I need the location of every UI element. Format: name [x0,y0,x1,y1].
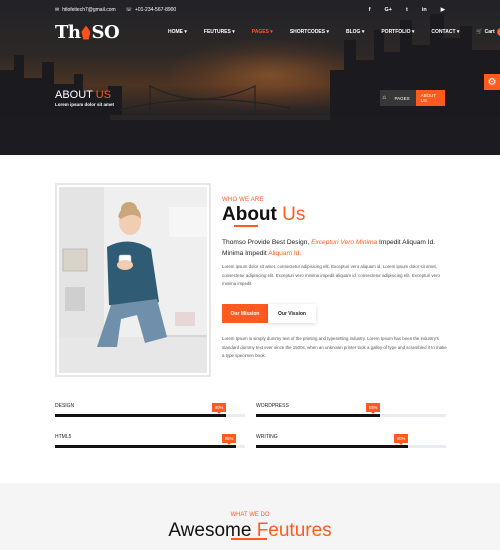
tab-our-mission[interactable]: Our Mission [222,304,268,323]
page-title-accent: US [95,89,112,101]
phone-icon: ☏ [125,7,132,13]
about-tabs: Our Mission Our Vission [222,304,316,323]
skill-label: WRITING [256,434,278,440]
page-hero: ✉ htlofeitech7@gmail.com ☏ +01-234-567-8… [0,0,500,155]
skill-track [55,445,245,448]
skill-wordpress: WORDPRESS 65% [256,403,446,417]
about-heading-accent: Us [282,204,306,225]
site-logo[interactable]: Th SO [55,22,120,43]
twitter-icon[interactable]: t [406,7,408,13]
envelope-icon: ✉ [55,7,60,13]
page-subtitle: Lorem ipsum dolor sit amet [55,102,115,107]
cart-icon: 🛒 [476,29,483,35]
top-bar: ✉ htlofeitech7@gmail.com ☏ +01-234-567-8… [55,5,445,15]
features-eyebrow: WHAT WE DO [230,512,270,518]
home-icon[interactable]: ⌂ [380,95,388,101]
nav-feutures[interactable]: FEUTURES ▾ [204,29,235,35]
page-title-main: ABOUT [55,89,96,101]
tab-our-vision[interactable]: Our Vission [268,304,316,323]
breadcrumb-pages[interactable]: PAGES [388,96,415,101]
features-title-accent: Feutures [256,520,332,541]
social-links: f G+ t in ▶ [369,7,445,13]
nav-pages[interactable]: PAGES ▾ [252,29,273,35]
skill-fill [256,414,380,417]
settings-gear-icon[interactable]: ⚙ [484,74,500,90]
about-photo-frame [55,183,211,377]
skill-track [256,445,446,448]
phone-text: +01-234-567-8900 [134,7,177,13]
facebook-icon[interactable]: f [369,7,371,13]
google-plus-icon[interactable]: G+ [385,7,393,13]
nav-shortcodes[interactable]: SHORTCODES ▾ [290,29,329,35]
skill-fill [256,445,408,448]
features-title-underline [231,538,267,540]
cart-count-badge: 2 [496,28,500,36]
about-paragraph-2: Lorem Ipsum is simply dummy text of the … [222,336,447,359]
logo-text-right: SO [91,22,120,43]
nav-portfolio[interactable]: PORTFOLIO ▾ [381,29,414,35]
main-nav: HOME ▾ FEUTURES ▾ PAGES ▾ SHORTCODES ▾ B… [168,28,500,36]
nav-contact[interactable]: CONTACT ▾ [431,29,459,35]
skill-percent-badge: 80% [394,434,408,445]
skill-track [55,414,245,417]
page-title: ABOUT US [55,89,111,101]
logo-text-left: Th [55,22,81,43]
lead-italic: Excepturi Vero Minima [311,239,378,246]
lead-part1: Thomso Provide Best Design, [222,239,312,246]
skill-html5: HTML5 95% [55,434,245,448]
flame-logo-icon [81,25,91,40]
email-contact[interactable]: ✉ htlofeitech7@gmail.com [55,7,116,13]
skill-design: DESIGN 90% [55,403,245,417]
about-lead-text: Thomso Provide Best Design, Excepturi Ve… [222,237,447,259]
youtube-icon[interactable]: ▶ [441,7,445,13]
skill-label: HTML5 [55,434,72,440]
breadcrumb: ⌂ PAGES ABOUT US [380,90,445,106]
nav-home[interactable]: HOME ▾ [168,29,187,35]
phone-contact[interactable]: ☏ +01-234-567-8900 [126,7,177,13]
about-heading-main: About [222,204,283,225]
skill-label: WORDPRESS [256,403,289,409]
about-heading-underline [234,225,258,227]
skill-percent-badge: 95% [222,434,236,445]
lead-accent: Aliquam Id. [268,250,302,257]
skill-fill [55,445,236,448]
breadcrumb-current: ABOUT US [415,90,445,106]
skill-fill [55,414,226,417]
linkedin-icon[interactable]: in [422,7,427,13]
woman-with-mug-photo [59,187,207,373]
email-text: htlofeitech7@gmail.com [62,7,116,13]
cart-button[interactable]: 🛒 Cart 2 [476,28,500,36]
skill-writing: WRITING 80% [256,434,446,448]
skill-track [256,414,446,417]
about-paragraph-1: Lorem ipsum dolor sit amet, consectetur … [222,264,440,287]
photo-illustration [59,187,207,373]
skill-percent-badge: 90% [212,403,226,414]
skill-percent-badge: 65% [366,403,380,414]
nav-blog[interactable]: BLOG ▾ [346,29,364,35]
about-heading: About Us [222,204,305,226]
cart-label: Cart [484,29,495,35]
features-section: WHAT WE DO Awesome Feutures [0,483,500,550]
about-eyebrow: WHO WE ARE [222,197,264,203]
